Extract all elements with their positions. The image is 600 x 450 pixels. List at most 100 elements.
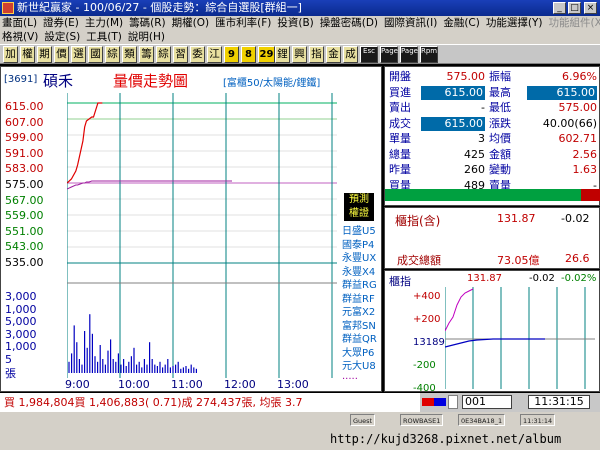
close-button[interactable]: × [584,2,597,14]
trend-line-up [445,288,474,332]
blue-indicator [434,398,446,406]
quote-key: 單量 [389,132,411,145]
menu-item[interactable]: 籌碼(R) [127,16,170,30]
toolbar-button[interactable]: 9 [224,46,239,63]
menu-item[interactable]: 匯市利率(F) [213,16,275,30]
price-tick: 599.00 [5,131,44,145]
quote-key: 最低 [489,101,511,114]
toolbar-button[interactable]: 習 [173,46,188,63]
quote-key: 成交 [389,116,411,130]
menu-item[interactable]: 期權(O) [170,16,213,30]
toolbar-button[interactable]: 權 [20,46,35,63]
toolbar-button[interactable]: 興 [292,46,307,63]
toolbar-button[interactable]: 29 [258,46,275,63]
trend-tick: 13189 [413,337,445,348]
volume-ratio-bar-red [581,189,600,201]
toolbar-button[interactable]: 綜 [156,46,171,63]
stock-code: [3691] [4,74,38,85]
toolbar-button[interactable]: 鋰 [275,46,290,63]
price-tick: 575.00 [5,178,44,191]
warrant-button[interactable]: 權證 [344,207,374,221]
status-user: Guest [350,414,376,426]
toolbar-button[interactable]: Page [400,46,418,63]
price-line [67,102,103,184]
menu-item[interactable]: 功能選擇(Y) [484,16,547,30]
quote-key: 最高 [489,85,511,99]
quote-value: 615.00 [421,116,485,131]
toolbar-button[interactable]: 期 [37,46,52,63]
toolbar-button[interactable]: 選 [71,46,86,63]
trend-tick: +200 [413,314,441,325]
status-time: 11:31:14 [520,414,556,426]
menu-item[interactable]: 主力(M) [83,16,127,30]
menu-item[interactable]: 證券(E) [41,16,83,30]
menu-row-secondary: 格視(V) 設定(S) 工具(T) 說明(H) [0,30,600,44]
volume-tick: 5 [5,352,12,366]
toolbar-button[interactable]: 類 [122,46,137,63]
toolbar-button[interactable]: Page [380,46,398,63]
quote-key: 賣出 [389,101,411,114]
menu-item[interactable]: 操盤密碼(D) [318,16,382,30]
code-input[interactable]: 001 [462,395,512,409]
warrant-item[interactable]: ..... [342,371,380,382]
turnover-label: 成交總額 [397,254,441,267]
toolbar-button[interactable]: 8 [241,46,256,63]
menubar: 畫面(L) 證券(E) 主力(M) 籌碼(R) 期權(O) 匯市利率(F) 投資(B) 操盤密… [0,16,600,44]
status-session: 0E34BA18_1 [458,414,506,426]
quote-row: 昨量 260 變動 1.63 [385,163,600,177]
quote-value: 575.00 [446,70,486,83]
volume-tick: 張 [5,367,16,380]
footer-url: http://kujd3268.pixnet.net/album [330,432,562,446]
menu-item[interactable]: 投資(B) [275,16,317,30]
toolbar-button[interactable]: Rpm [420,46,438,63]
quote-key: 買進 [389,85,411,99]
minimize-button[interactable]: _ [553,2,566,14]
forecast-button[interactable]: 預測 [344,193,374,207]
toolbar-button[interactable]: 價 [54,46,69,63]
menu-item[interactable]: 功能組件(X) [546,16,600,30]
toolbar-button[interactable]: 金 [326,46,341,63]
menu-item[interactable]: 說明(H) [126,30,169,44]
index-label: 櫃指(含) [395,214,441,228]
toolbar-button[interactable]: 國 [88,46,103,63]
toolbar-button[interactable]: 綜 [105,46,120,63]
menu-item[interactable]: 畫面(L) [0,16,41,30]
toolbar: 加權期價選國綜類籌綜習委江 9 8 29 鋰興指金成 Esc Page Page Rpm [0,44,600,64]
stock-name: 碩禾 [43,72,74,90]
toolbar-button[interactable]: 籌 [139,46,154,63]
quote-row: 買進 615.00 最高 615.00 [385,85,600,100]
price-volume-plot[interactable] [67,93,337,378]
menu-item[interactable]: 工具(T) [84,30,126,44]
otc-trend-panel: 櫃指 131.87 -0.02 -0.02% +400 +200 13189 -200… [384,270,600,394]
turnover-value: 73.05億 [497,254,540,267]
trend-pct: -0.02% [561,273,597,284]
price-tick: 543.00 [5,240,44,254]
menu-item[interactable]: 國際資訊(I) [382,16,441,30]
volume-tick: 1,000 [5,340,37,353]
time-tick: 10:00 [118,378,150,391]
toolbar-button[interactable]: 成 [343,46,358,63]
otc-index-panel: 櫃指(含) 131.87 -0.02 成交總額 73.05億 26.6 [384,207,600,269]
volume-tick: 1,000 [5,302,37,316]
toolbar-button[interactable]: 江 [207,46,222,63]
price-tick: 615.00 [5,100,44,113]
trend-label: 櫃指 [389,275,411,288]
quote-value: 615.00 [527,85,597,100]
quote-row: 賣出 - 最低 575.00 [385,101,600,115]
menu-item[interactable]: 金融(C) [441,16,484,30]
toolbar-button[interactable]: Esc [360,46,378,63]
toolbar-button[interactable]: 委 [190,46,205,63]
quote-key: 昨量 [389,163,411,176]
menu-item[interactable]: 設定(S) [42,30,84,44]
toolbar-button[interactable]: 指 [309,46,324,63]
menu-item[interactable]: 格視(V) [0,30,42,44]
trend-value: 131.87 [467,273,502,284]
maximize-button[interactable]: □ [568,2,581,14]
toolbar-button[interactable]: 加 [3,46,18,63]
quote-value: 425 [464,147,485,161]
average-line [67,180,232,190]
trend-change: -0.02 [529,273,555,284]
quote-value: 615.00 [421,85,485,100]
red-indicator [422,398,434,406]
trend-line-index [445,338,545,348]
